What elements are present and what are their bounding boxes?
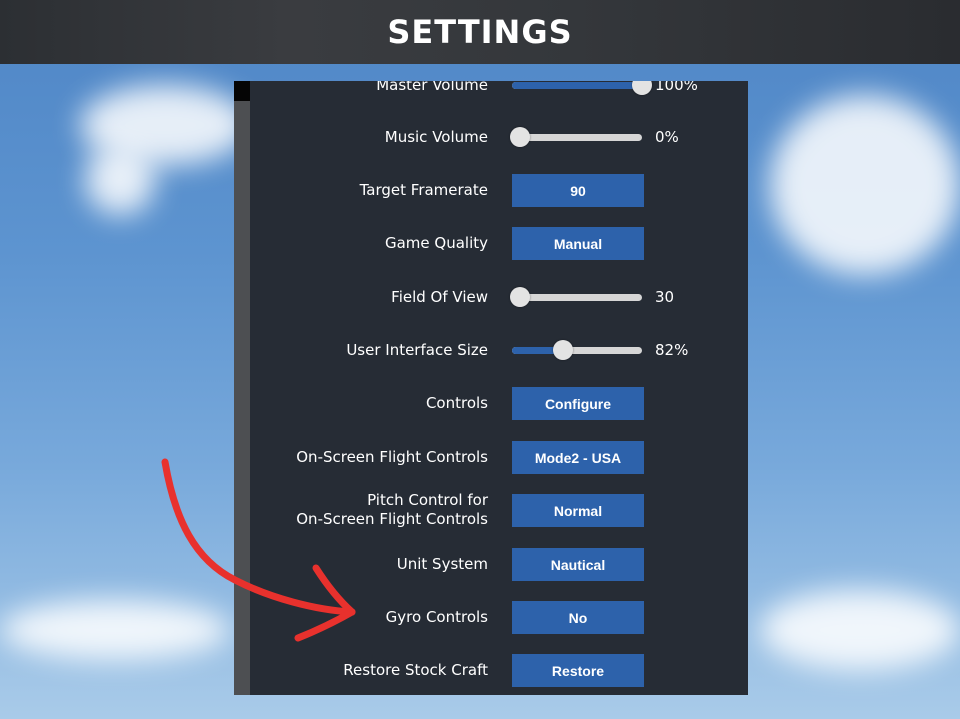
setting-ui-size: User Interface Size 82% xyxy=(250,330,748,370)
setting-label: Gyro Controls xyxy=(385,607,488,626)
ui-size-slider[interactable] xyxy=(512,340,642,360)
target-framerate-button[interactable]: 90 xyxy=(512,174,644,207)
slider-knob[interactable] xyxy=(632,81,652,95)
scrollbar-thumb[interactable] xyxy=(234,81,250,101)
setting-label: Pitch Control for On-Screen Flight Contr… xyxy=(296,490,488,530)
setting-value: 30 xyxy=(655,288,675,306)
settings-header: SETTINGS xyxy=(0,0,960,64)
setting-game-quality: Game Quality Manual xyxy=(250,223,748,263)
pitch-control-button[interactable]: Normal xyxy=(512,494,644,527)
setting-gyro-controls: Gyro Controls No xyxy=(250,597,748,637)
setting-label: Game Quality xyxy=(384,233,488,252)
setting-master-volume: Master Volume 100% xyxy=(250,81,748,105)
setting-label-line: Pitch Control for xyxy=(367,491,488,509)
setting-value: 0% xyxy=(655,128,679,146)
setting-field-of-view: Field Of View 30 xyxy=(250,277,748,317)
setting-value: 82% xyxy=(655,341,689,359)
setting-controls: Controls Configure xyxy=(250,383,748,423)
slider-track xyxy=(512,294,642,301)
field-of-view-slider[interactable] xyxy=(510,287,642,307)
gyro-controls-button[interactable]: No xyxy=(512,601,644,634)
setting-target-framerate: Target Framerate 90 xyxy=(250,170,748,210)
setting-unit-system: Unit System Nautical xyxy=(250,544,748,584)
slider-knob[interactable] xyxy=(552,340,573,360)
slider-fill xyxy=(512,82,642,89)
setting-label-line: On-Screen Flight Controls xyxy=(296,510,488,528)
slider-knob[interactable] xyxy=(510,287,530,307)
page-title: SETTINGS xyxy=(387,13,573,51)
setting-label: Target Framerate xyxy=(359,180,488,199)
sky-cloud xyxy=(770,95,960,275)
setting-label: Field Of View xyxy=(391,287,488,306)
settings-panel: Master Volume 100% Music Volume 0% Targe… xyxy=(234,81,748,695)
setting-label: Music Volume xyxy=(384,127,488,146)
setting-music-volume: Music Volume 0% xyxy=(250,117,748,157)
sky-cloud xyxy=(760,590,960,670)
sky-cloud xyxy=(85,145,155,215)
onscreen-flight-controls-button[interactable]: Mode2 - USA xyxy=(512,441,644,474)
slider-knob[interactable] xyxy=(510,127,530,147)
setting-label: Master Volume xyxy=(376,81,488,94)
setting-pitch-control: Pitch Control for On-Screen Flight Contr… xyxy=(250,490,748,530)
sky-cloud xyxy=(0,600,230,660)
restore-stock-craft-button[interactable]: Restore xyxy=(512,654,644,687)
game-quality-button[interactable]: Manual xyxy=(512,227,644,260)
setting-label: Controls xyxy=(425,393,488,412)
setting-label: User Interface Size xyxy=(346,340,488,359)
setting-label: Restore Stock Craft xyxy=(343,660,488,679)
scrollbar[interactable] xyxy=(234,81,250,695)
setting-restore-stock-craft: Restore Stock Craft Restore xyxy=(250,650,748,690)
master-volume-slider[interactable] xyxy=(512,81,652,95)
unit-system-button[interactable]: Nautical xyxy=(512,548,644,581)
setting-label: On-Screen Flight Controls xyxy=(296,447,488,466)
music-volume-slider[interactable] xyxy=(510,127,642,147)
setting-label: Unit System xyxy=(396,554,488,573)
setting-value: 100% xyxy=(655,81,698,94)
slider-track xyxy=(512,134,642,141)
configure-controls-button[interactable]: Configure xyxy=(512,387,644,420)
setting-onscreen-flight-controls: On-Screen Flight Controls Mode2 - USA xyxy=(250,437,748,477)
